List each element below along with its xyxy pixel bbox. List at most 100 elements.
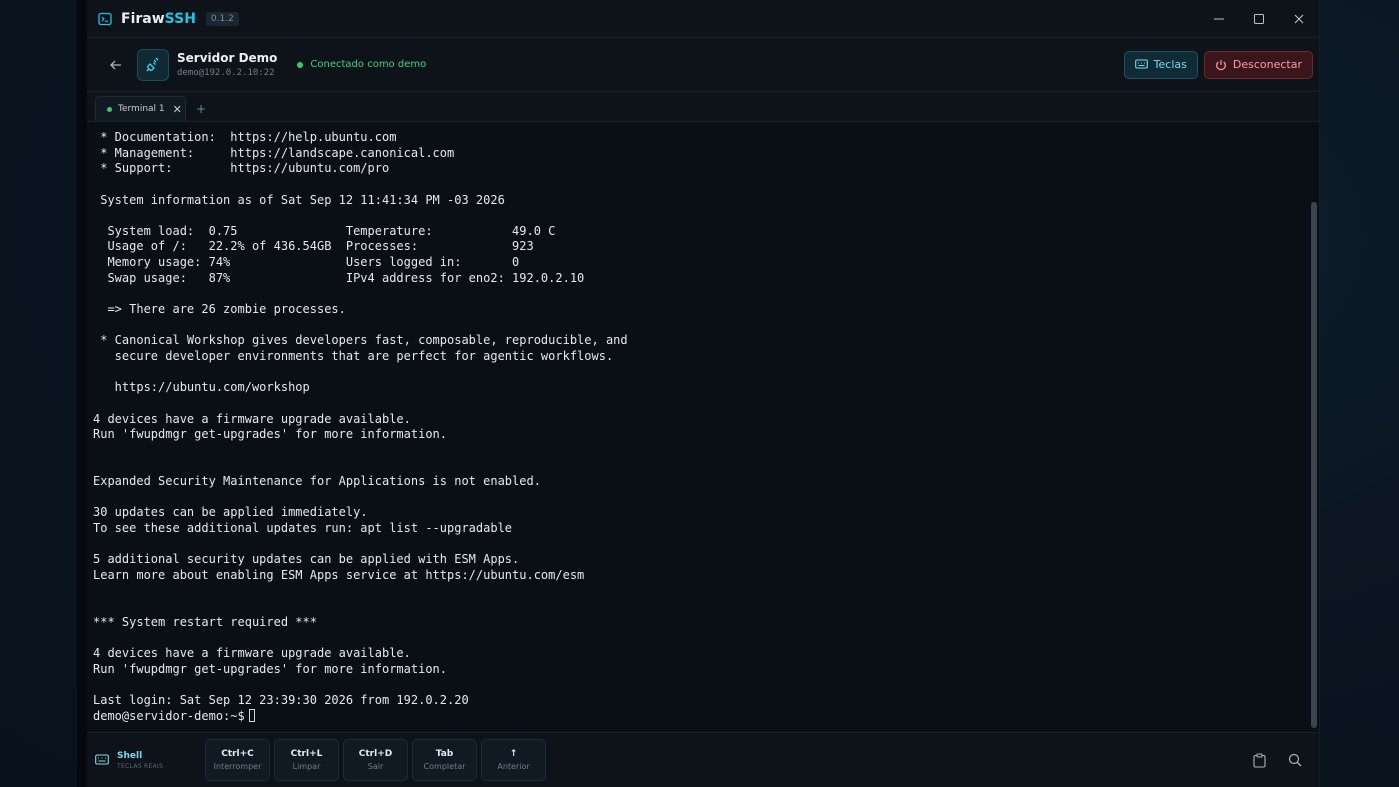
terminal-line: Memory usage: 74% Users logged in: 0 bbox=[93, 255, 520, 270]
terminal-line: Last login: Sat Sep 12 23:39:30 2026 fro… bbox=[93, 693, 469, 708]
terminal-line: 4 devices have a firmware upgrade availa… bbox=[93, 646, 411, 661]
terminal-line: 5 additional security updates can be app… bbox=[93, 552, 520, 567]
tab-status-dot bbox=[107, 106, 112, 112]
connection-status: Conectado como demo bbox=[297, 59, 426, 70]
key-name: Ctrl+D bbox=[358, 749, 393, 759]
shell-subtitle: TECLAS REAIS bbox=[117, 762, 164, 770]
clipboard-icon bbox=[1252, 753, 1266, 768]
terminal-line: * Canonical Workshop gives developers fa… bbox=[93, 333, 628, 348]
terminal-line: System load: 0.75 Temperature: 49.0 C bbox=[93, 223, 556, 238]
window-controls bbox=[1199, 0, 1319, 38]
key-tab-button[interactable]: Tab Completar bbox=[412, 739, 477, 781]
key-name: ↑ bbox=[509, 749, 518, 759]
status-text: Conectado como demo bbox=[310, 59, 427, 70]
paste-button[interactable] bbox=[1241, 742, 1277, 778]
keys-button[interactable]: Teclas bbox=[1123, 50, 1198, 79]
arrow-left-icon bbox=[110, 60, 121, 69]
terminal-line: * Management: https://landscape.canonica… bbox=[93, 145, 455, 160]
app-title: FirawSSH bbox=[121, 11, 196, 27]
close-icon bbox=[1294, 14, 1304, 23]
tab-terminal-1[interactable]: Terminal 1 ✕ bbox=[95, 96, 186, 121]
back-button[interactable] bbox=[101, 50, 131, 80]
status-dot bbox=[297, 61, 304, 68]
key-ctrl-l-button[interactable]: Ctrl+L Limpar bbox=[274, 739, 339, 781]
terminal-line: secure developer environments that are p… bbox=[93, 348, 614, 363]
terminal-line: Swap usage: 87% IPv4 address for eno2: 1… bbox=[93, 270, 585, 285]
version-badge: 0.1.2 bbox=[205, 11, 239, 26]
shell-texts: Shell TECLAS REAIS bbox=[117, 751, 163, 770]
app-title-main: Firaw bbox=[121, 10, 165, 27]
disconnect-button[interactable]: Desconectar bbox=[1203, 50, 1313, 79]
terminal-line: *** System restart required *** bbox=[93, 614, 317, 629]
minimize-icon bbox=[1214, 18, 1224, 19]
add-tab-button[interactable]: + bbox=[196, 102, 206, 116]
tab-close-icon[interactable]: ✕ bbox=[173, 103, 182, 116]
terminal-line: => There are 26 zombie processes. bbox=[93, 302, 346, 317]
terminal-line: Run 'fwupdmgr get-upgrades' for more inf… bbox=[93, 427, 448, 442]
terminal-output: * Documentation: https://help.ubuntu.com… bbox=[93, 130, 1299, 724]
server-name: Servidor Demo bbox=[177, 51, 278, 65]
tab-bar: Terminal 1 ✕ + bbox=[87, 92, 1319, 122]
terminal-icon bbox=[98, 12, 112, 26]
shell-title: Shell bbox=[117, 750, 143, 761]
maximize-icon bbox=[1254, 13, 1264, 24]
maximize-button[interactable] bbox=[1239, 0, 1279, 38]
app-window: FirawSSH 0.1.2 Servidor Demo demo@192.0.… bbox=[87, 0, 1320, 787]
session-header: Servidor Demo demo@192.0.2.10:22 Conecta… bbox=[87, 38, 1319, 92]
search-icon bbox=[1288, 753, 1302, 767]
server-avatar bbox=[137, 48, 169, 81]
key-desc: Limpar bbox=[292, 762, 321, 771]
key-name: Tab bbox=[435, 749, 454, 759]
terminal-line: System information as of Sat Sep 12 11:4… bbox=[93, 192, 505, 207]
keys-button-label: Teclas bbox=[1153, 58, 1187, 71]
tab-label: Terminal 1 bbox=[118, 104, 165, 114]
disconnect-button-label: Desconectar bbox=[1232, 58, 1302, 71]
terminal-view[interactable]: * Documentation: https://help.ubuntu.com… bbox=[87, 122, 1319, 732]
terminal-line: Learn more about enabling ESM Apps servi… bbox=[93, 567, 585, 582]
terminal-line: Run 'fwupdmgr get-upgrades' for more inf… bbox=[93, 661, 448, 676]
shell-mode[interactable]: Shell TECLAS REAIS bbox=[95, 751, 205, 770]
keyboard-icon bbox=[95, 754, 109, 765]
plug-icon bbox=[146, 57, 159, 71]
key-ctrl-d-button[interactable]: Ctrl+D Sair bbox=[343, 739, 408, 781]
power-icon bbox=[1216, 59, 1226, 70]
terminal-scrollbar[interactable] bbox=[1311, 126, 1317, 728]
search-button[interactable] bbox=[1277, 742, 1313, 778]
key-desc: Anterior bbox=[497, 762, 530, 771]
close-button[interactable] bbox=[1279, 0, 1319, 38]
shortcut-bar: Shell TECLAS REAIS Ctrl+C Interromper Ct… bbox=[87, 732, 1319, 787]
header-actions: Teclas Desconectar bbox=[1123, 50, 1313, 79]
terminal-prompt-line: demo@servidor-demo:~$ bbox=[93, 708, 1299, 725]
key-desc: Interromper bbox=[213, 762, 262, 771]
terminal-line: 4 devices have a firmware upgrade availa… bbox=[93, 411, 411, 426]
bottom-actions bbox=[1241, 742, 1313, 778]
terminal-prompt: demo@servidor-demo:~$ bbox=[93, 708, 245, 723]
terminal-line: * Documentation: https://help.ubuntu.com bbox=[93, 130, 397, 144]
terminal-line: https://ubuntu.com/workshop bbox=[93, 380, 310, 395]
app-title-accent: SSH bbox=[164, 10, 196, 27]
terminal-line: Usage of /: 22.2% of 436.54GB Processes:… bbox=[93, 239, 534, 254]
key-up-button[interactable]: ↑ Anterior bbox=[481, 739, 546, 781]
scrollbar-thumb[interactable] bbox=[1311, 202, 1317, 728]
terminal-line: * Support: https://ubuntu.com/pro bbox=[93, 161, 390, 176]
minimize-button[interactable] bbox=[1199, 0, 1239, 38]
terminal-line: Expanded Security Maintenance for Applic… bbox=[93, 474, 541, 489]
window-edge bbox=[77, 0, 87, 787]
terminal-line: To see these additional updates run: apt… bbox=[93, 521, 513, 536]
key-desc: Completar bbox=[423, 762, 466, 771]
key-ctrl-c-button[interactable]: Ctrl+C Interromper bbox=[205, 739, 270, 781]
